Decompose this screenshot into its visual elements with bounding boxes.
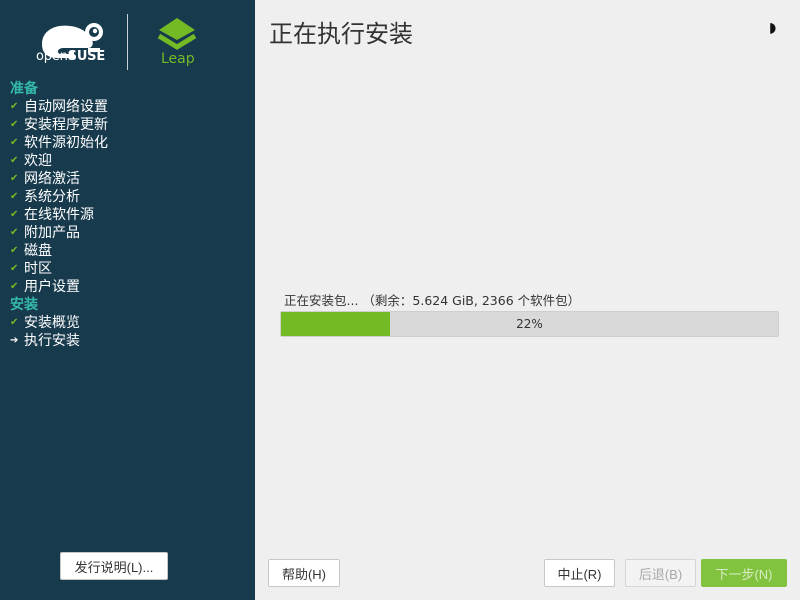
step-online-repos: ✔ 在线软件源 [10, 206, 250, 224]
check-icon: ✔ [10, 101, 19, 112]
next-button[interactable]: 下一步(N) [701, 559, 787, 587]
sidebar: openSUSE Leap 准备 ✔ 自动网络设置 ✔ 安装程序更新 ✔ 软件源初始化… [0, 0, 255, 600]
check-icon: ✔ [10, 155, 19, 166]
step-user-settings: ✔ 用户设置 [10, 278, 250, 296]
check-icon: ✔ [10, 263, 19, 274]
abort-button[interactable]: 中止(R) [544, 559, 615, 587]
step-group-title-preparation: 准备 [10, 81, 38, 97]
step-label: 自动网络设置 [24, 99, 108, 115]
check-icon: ✔ [10, 191, 19, 202]
check-icon: ✔ [10, 209, 19, 220]
opensuse-wordmark: openSUSE [36, 49, 106, 64]
logo-area: openSUSE Leap [0, 0, 255, 80]
step-installer-update: ✔ 安装程序更新 [10, 116, 250, 134]
help-button[interactable]: 帮助(H) [268, 559, 340, 587]
check-icon: ✔ [10, 317, 19, 328]
step-auto-network: ✔ 自动网络设置 [10, 98, 250, 116]
step-network-activation: ✔ 网络激活 [10, 170, 250, 188]
step-repo-init: ✔ 软件源初始化 [10, 134, 250, 152]
check-icon: ✔ [10, 173, 19, 184]
step-label: 安装程序更新 [24, 117, 108, 133]
release-notes-button[interactable]: 发行说明(L)... [60, 552, 168, 580]
step-welcome: ✔ 欢迎 [10, 152, 250, 170]
leap-wordmark: Leap [161, 51, 195, 67]
half-moon-icon[interactable]: ◗ [769, 20, 785, 38]
step-label: 软件源初始化 [24, 135, 108, 151]
step-label: 网络激活 [24, 171, 80, 187]
step-label: 系统分析 [24, 189, 80, 205]
step-system-analysis: ✔ 系统分析 [10, 188, 250, 206]
step-label: 用户设置 [24, 279, 80, 295]
main-content: 正在执行安装 ◗ 正在安装包... （剩余：5.624 GiB, 2366 个软… [255, 0, 800, 600]
step-group-title-installation: 安装 [10, 297, 38, 313]
step-add-on-products: ✔ 附加产品 [10, 224, 250, 242]
step-label: 执行安装 [24, 333, 80, 349]
check-icon: ✔ [10, 245, 19, 256]
step-label: 磁盘 [24, 243, 52, 259]
installation-steps: 准备 ✔ 自动网络设置 ✔ 安装程序更新 ✔ 软件源初始化 ✔ 欢迎 ✔ 网络激活 ✔ 系统… [10, 80, 250, 350]
progress-percent: 22% [516, 317, 543, 331]
step-installation-overview: ✔ 安装概览 [10, 314, 250, 332]
check-icon: ✔ [10, 227, 19, 238]
back-button[interactable]: 后退(B) [625, 559, 696, 587]
step-timezone: ✔ 时区 [10, 260, 250, 278]
step-label: 在线软件源 [24, 207, 94, 223]
check-icon: ✔ [10, 281, 19, 292]
step-label: 欢迎 [24, 153, 52, 169]
check-icon: ✔ [10, 119, 19, 130]
step-label: 时区 [24, 261, 52, 277]
step-disk: ✔ 磁盘 [10, 242, 250, 260]
check-icon: ✔ [10, 137, 19, 148]
progress-label: 正在安装包... （剩余：5.624 GiB, 2366 个软件包） [284, 293, 581, 308]
step-perform-installation: ➔ 执行安装 [10, 332, 250, 350]
step-label: 安装概览 [24, 315, 80, 331]
page-title: 正在执行安装 [269, 20, 413, 48]
logo-divider [127, 14, 128, 70]
step-label: 附加产品 [24, 225, 80, 241]
arrow-right-icon: ➔ [10, 335, 19, 346]
progress-bar: 22% [280, 311, 779, 337]
leap-logo-icon [157, 18, 197, 50]
